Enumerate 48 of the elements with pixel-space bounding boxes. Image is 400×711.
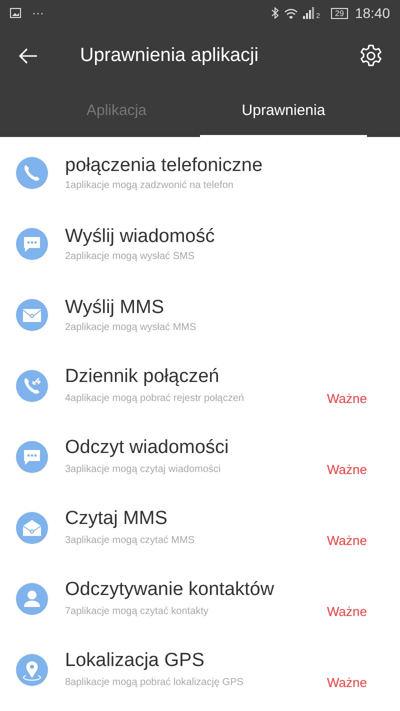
message-icon [16, 228, 48, 260]
permission-title: Odczyt wiadomości [65, 436, 230, 458]
importance-label: Ważne [327, 462, 367, 476]
permission-item[interactable]: Czytaj MMS 3aplikacje mogą czytać MMS Ważne [0, 492, 400, 563]
overflow-dots: ··· [32, 6, 44, 20]
permission-item[interactable]: Dziennik połączeń 4aplikacje mogą pobrać rejestr połączeń Ważne [0, 350, 400, 421]
permission-title: Odczytywanie kontaktów [65, 578, 276, 600]
permission-item[interactable]: połączenia telefoniczne 1aplikacje mogą zadzwonić na telefon [0, 137, 400, 208]
message-icon [16, 440, 48, 472]
open-envelope-icon [16, 512, 48, 544]
permission-title: połączenia telefoniczne [65, 154, 264, 176]
permission-title: Dziennik połączeń [65, 366, 220, 388]
permission-title: Wyślij wiadomość [65, 226, 216, 248]
permission-item[interactable]: Odczytywanie kontaktów 7aplikacje mogą czytać kontakty Ważne [0, 563, 400, 634]
permission-item[interactable]: Wyślij wiadomość 2aplikacje mogą wysłać SMS [0, 208, 400, 279]
settings-icon[interactable] [359, 44, 383, 68]
permission-item[interactable]: Lokalizacja GPS 8aplikacje mogą pobrać lokalizację GPS Ważne [0, 634, 400, 705]
signal-icon [303, 7, 316, 19]
clock: 18:40 [354, 5, 390, 21]
importance-label: Ważne [327, 390, 367, 406]
battery-level: 29 [331, 8, 348, 18]
bluetooth-icon [271, 7, 280, 19]
permission-title: Wyślij MMS [65, 296, 166, 318]
back-arrow-icon[interactable] [18, 48, 38, 64]
person-icon [16, 582, 48, 614]
permission-item[interactable]: Odczyt wiadomości 3aplikacje mogą czytaj wiadomości Ważne [0, 421, 400, 492]
location-icon [16, 654, 48, 686]
permission-description: 1aplikacje mogą zadzwonić na telefon [65, 180, 234, 190]
permission-description: 8aplikacje mogą pobrać lokalizację GPS [65, 676, 244, 688]
permission-description: 4aplikacje mogą pobrać rejestr połączeń [65, 392, 244, 404]
permission-description: 3aplikacje mogą czytaj wiadomości [65, 464, 221, 474]
permission-description: 2aplikacje mogą wysłać MMS [65, 322, 196, 332]
wifi-icon [284, 8, 298, 18]
phone-icon [16, 156, 48, 188]
window-title: Uprawnienia aplikacji [80, 45, 260, 67]
permission-item[interactable]: Wyślij MMS 2aplikacje mogą wysłać MMS [0, 279, 400, 350]
image-icon [10, 8, 21, 18]
envelope-icon [16, 298, 48, 330]
permission-title: Czytaj MMS [65, 508, 168, 530]
permission-description: 2aplikacje mogą wysłać SMS [65, 250, 194, 262]
importance-label: Ważne [327, 604, 367, 618]
tab[interactable]: Uprawnienia [200, 86, 367, 137]
phone-arrows-icon [16, 370, 48, 402]
permission-description: 3aplikacje mogą czytać MMS [65, 534, 194, 546]
permission-title: Lokalizacja GPS [65, 650, 206, 672]
importance-label: Ważne [327, 674, 367, 690]
permission-description: 7aplikacje mogą czytać kontakty [65, 606, 208, 616]
importance-label: Ważne [327, 532, 367, 548]
